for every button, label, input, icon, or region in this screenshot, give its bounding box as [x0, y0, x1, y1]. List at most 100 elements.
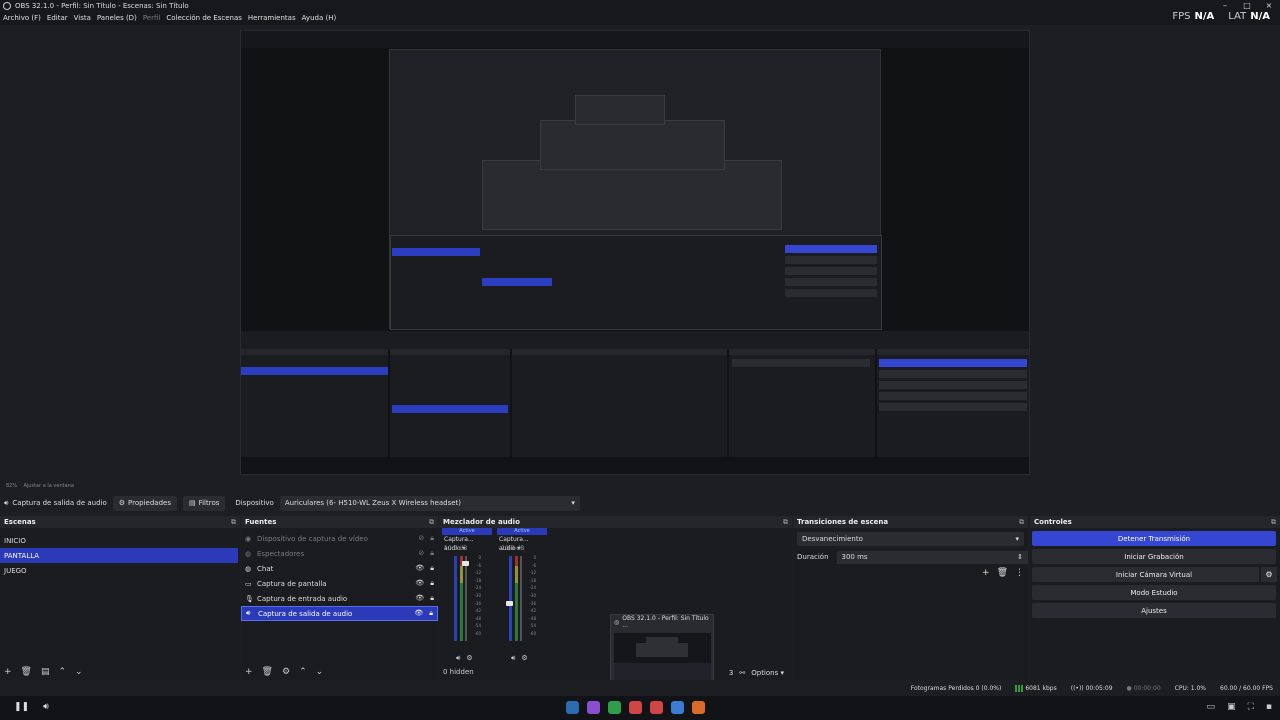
lock-icon[interactable]: 🔒︎: [430, 594, 434, 603]
taskbar-app-icon[interactable]: [629, 701, 642, 714]
eye-icon[interactable]: 👁︎: [414, 609, 423, 618]
undock-icon[interactable]: ⧉: [783, 518, 788, 527]
start-recording-button[interactable]: Iniciar Grabación: [1032, 549, 1276, 564]
filters-button[interactable]: ▤ Filtros: [182, 495, 226, 511]
scene-item-juego[interactable]: JUEGO: [0, 563, 240, 578]
menu-editar[interactable]: Editar: [47, 14, 68, 22]
menu-herramientas[interactable]: Herramientas: [248, 14, 296, 22]
properties-button[interactable]: ⚙ Propiedades: [112, 495, 177, 511]
hidden-count[interactable]: 0 hidden: [443, 668, 474, 676]
more-icon[interactable]: ⋮: [1015, 568, 1024, 578]
add-icon[interactable]: +: [982, 568, 990, 578]
lock-icon[interactable]: 🔒︎: [430, 549, 434, 558]
source-item[interactable]: ▭ Captura de pantalla 👁︎ 🔒︎: [241, 576, 438, 591]
pause-icon[interactable]: ❚❚: [14, 702, 29, 712]
options-button[interactable]: Options ▾: [751, 669, 784, 677]
scene-item-inicio[interactable]: INICIO: [0, 533, 240, 548]
stepper-icon[interactable]: ⇕: [1017, 553, 1023, 561]
chevron-up-icon[interactable]: ⌃: [59, 667, 67, 677]
eye-hidden-icon[interactable]: ⊘: [418, 534, 424, 543]
undock-icon[interactable]: ⧉: [231, 518, 236, 527]
trash-icon[interactable]: 🗑︎: [21, 667, 32, 677]
trash-icon[interactable]: 🗑︎: [997, 568, 1008, 578]
close-icon[interactable]: ▪: [1266, 702, 1272, 712]
channel-name[interactable]: Captura... audio ▾: [442, 535, 492, 552]
thumbnail-number: 3: [728, 669, 734, 677]
zoom-percent[interactable]: 82%: [6, 483, 17, 489]
stop-stream-button[interactable]: Detener Transmisión: [1032, 531, 1276, 546]
source-item[interactable]: ◉ Dispositivo de captura de vídeo ⊘ 🔒︎: [241, 531, 438, 546]
volume-slider[interactable]: [465, 556, 467, 641]
chevron-down-icon[interactable]: ⌄: [316, 667, 324, 677]
scenes-footer: + 🗑︎ ▤ ⌃ ⌄: [0, 664, 240, 680]
speaker-icon[interactable]: 🔊︎: [456, 654, 460, 663]
eye-hidden-icon[interactable]: ⊘: [418, 549, 424, 558]
gear-icon[interactable]: ⚙: [282, 667, 290, 677]
menu-perfil[interactable]: Perfil: [143, 14, 161, 22]
gear-icon[interactable]: ⚙: [1259, 567, 1277, 582]
chevron-up-icon[interactable]: ⌃: [299, 667, 307, 677]
settings-button[interactable]: Ajustes: [1032, 603, 1276, 618]
link-icon[interactable]: ⚯: [739, 669, 745, 677]
menu-ayuda[interactable]: Ayuda (H): [302, 14, 337, 22]
menu-archivo[interactable]: Archivo (F): [3, 14, 41, 22]
taskbar-app-icon[interactable]: [692, 701, 705, 714]
add-icon[interactable]: +: [245, 667, 253, 677]
scene-item-pantalla[interactable]: PANTALLA: [0, 548, 238, 563]
source-item[interactable]: ◍ Chat 👁︎ 🔒︎: [241, 561, 438, 576]
camera-icon: ◉: [245, 534, 252, 543]
taskbar-app-icon[interactable]: [566, 701, 579, 714]
trash-icon[interactable]: 🗑︎: [262, 667, 273, 677]
fullscreen-icon[interactable]: ⛶: [1248, 702, 1254, 712]
preview-canvas[interactable]: [240, 30, 1030, 475]
undock-icon[interactable]: ⧉: [1019, 518, 1024, 527]
eye-icon[interactable]: 👁︎: [415, 594, 424, 603]
window-thumbnail[interactable]: ◎ OBS 32.1.0 - Perfil: Sin Título ...: [610, 614, 714, 688]
window-icon[interactable]: ▭: [1207, 702, 1216, 712]
undock-icon[interactable]: ⧉: [429, 518, 434, 527]
source-item-selected[interactable]: 🔊︎ Captura de salida de audio 👁︎ 🔒︎: [241, 606, 438, 621]
transition-select[interactable]: Desvanecimiento ▾: [797, 532, 1024, 546]
speaker-icon[interactable]: 🔊︎: [43, 702, 49, 712]
lock-icon[interactable]: 🔒︎: [430, 564, 434, 573]
eye-icon[interactable]: 👁︎: [415, 564, 424, 573]
volume-slider-knob[interactable]: [506, 600, 513, 606]
device-select[interactable]: Auriculares (6- H510-WL Zeus X Wireless …: [279, 495, 580, 511]
menu-paneles[interactable]: Paneles (D): [97, 14, 137, 22]
taskbar-app-icon[interactable]: [671, 701, 684, 714]
menu-vista[interactable]: Vista: [74, 14, 91, 22]
gear-icon[interactable]: ⚙: [466, 654, 472, 663]
source-item[interactable]: 🎙︎ Captura de entrada audio 👁︎ 🔒︎: [241, 591, 438, 606]
eye-icon[interactable]: 👁︎: [415, 579, 424, 588]
volume-slider[interactable]: [520, 556, 522, 641]
source-item[interactable]: ◍ Espectadores ⊘ 🔒︎: [241, 546, 438, 561]
maximize-button[interactable]: □: [1236, 1, 1258, 10]
menu-coleccion-escenas[interactable]: Colección de Escenas: [166, 14, 242, 22]
add-icon[interactable]: +: [4, 667, 12, 677]
lock-icon[interactable]: 🔒︎: [430, 534, 434, 543]
undock-icon[interactable]: ⧉: [1271, 518, 1276, 527]
studio-mode-button[interactable]: Modo Estudio: [1032, 585, 1276, 600]
zoom-fit-option[interactable]: Ajustar a la ventana: [23, 483, 73, 489]
taskbar-app-icon[interactable]: [650, 701, 663, 714]
taskbar-app-icon[interactable]: [608, 701, 621, 714]
channel-name[interactable]: Captura... audio ▾: [497, 535, 547, 552]
volume-slider-knob[interactable]: [462, 560, 469, 566]
lock-icon[interactable]: 🔒︎: [429, 609, 433, 618]
lat-label: LAT: [1228, 11, 1247, 22]
lock-icon[interactable]: 🔒︎: [430, 579, 434, 588]
filter-icon[interactable]: ▤: [41, 667, 50, 677]
stats-readout: FPS N/A LAT N/A: [1172, 11, 1270, 22]
close-button[interactable]: ×: [1258, 1, 1280, 10]
transitions-dock: Transiciones de escena ⧉ Desvanecimiento…: [793, 516, 1028, 680]
speaker-icon[interactable]: 🔊︎: [511, 654, 515, 663]
minimize-button[interactable]: –: [1214, 1, 1236, 10]
duration-input[interactable]: 300 ms ⇕: [836, 550, 1028, 564]
dropped-frames: Fotogramas Perdidos 0 (0.0%): [910, 684, 1002, 692]
duration-label: Duración: [797, 553, 829, 561]
chevron-down-icon[interactable]: ⌄: [75, 667, 83, 677]
start-virtual-cam-button[interactable]: Iniciar Cámara Virtual: [1116, 571, 1192, 579]
layout-icon[interactable]: ▣: [1227, 702, 1236, 712]
gear-icon[interactable]: ⚙: [521, 654, 527, 663]
taskbar-app-icon[interactable]: [587, 701, 600, 714]
